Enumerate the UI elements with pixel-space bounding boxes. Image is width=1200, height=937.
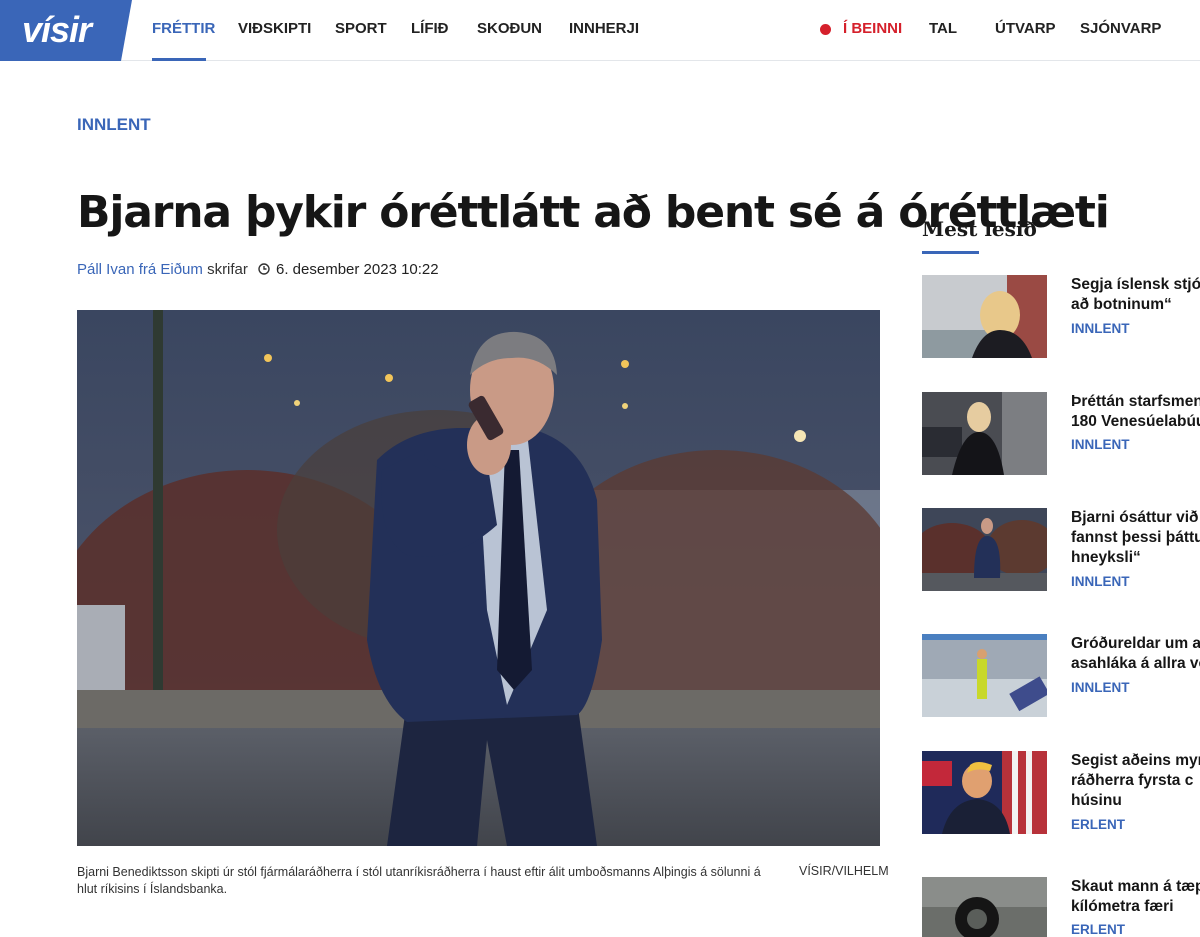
article-hero-photo[interactable] — [77, 310, 880, 846]
most-read-title[interactable]: Segja íslensk stjórn að botninum“ — [1071, 275, 1200, 315]
author-link[interactable]: Páll Ivan frá Eiðum — [77, 261, 203, 278]
most-read-category[interactable]: INNLENT — [1071, 680, 1130, 695]
date-text: 6. desember 2023 10:22 — [276, 261, 439, 278]
most-read-heading: Mest lesið — [922, 217, 1037, 241]
most-read-title[interactable]: Gróðureldar um al asahláka á allra vö — [1071, 634, 1200, 674]
most-read-title[interactable]: Þréttán starfsmenn 180 Venesúelabúu — [1071, 392, 1200, 432]
nav-skodun[interactable]: SKOÐUN — [477, 20, 542, 37]
nav-sjonvarp[interactable]: SJÓNVARP — [1080, 20, 1161, 37]
thumbnail-illustration — [922, 392, 1047, 475]
thumbnail-illustration — [922, 634, 1047, 717]
nav-live[interactable]: Í BEINNI — [843, 20, 902, 37]
nav-utvarp[interactable]: ÚTVARP — [995, 20, 1056, 37]
most-read-thumbnail[interactable] — [922, 634, 1047, 717]
thumbnail-illustration — [922, 751, 1047, 834]
live-dot-icon — [820, 24, 831, 35]
active-tab-indicator — [152, 58, 206, 61]
author-suffix: skrifar — [207, 261, 248, 278]
most-read-category[interactable]: ERLENT — [1071, 817, 1125, 832]
most-read-title[interactable]: Segist aðeins myno ráðherra fyrsta c hús… — [1071, 751, 1200, 811]
most-read-thumbnail[interactable] — [922, 877, 1047, 937]
nav-sport[interactable]: SPORT — [335, 20, 387, 37]
most-read-thumbnail[interactable] — [922, 508, 1047, 591]
hero-photo-illustration — [77, 310, 880, 846]
most-read-thumbnail[interactable] — [922, 751, 1047, 834]
thumbnail-illustration — [922, 877, 1047, 937]
article-headline: Bjarna þykir óréttlátt að bent sé á órét… — [77, 187, 1110, 238]
most-read-category[interactable]: INNLENT — [1071, 321, 1130, 336]
nav-innherji[interactable]: INNHERJI — [569, 20, 639, 37]
most-read-thumbnail[interactable] — [922, 275, 1047, 358]
article-category[interactable]: INNLENT — [77, 115, 151, 135]
nav-frettir[interactable]: FRÉTTIR — [152, 20, 215, 37]
most-read-category[interactable]: INNLENT — [1071, 574, 1130, 589]
top-navigation-bar: vísir FRÉTTIR VIÐSKIPTI SPORT LÍFIÐ SKOÐ… — [0, 0, 1200, 61]
most-read-category[interactable]: INNLENT — [1071, 437, 1130, 452]
photo-caption: Bjarni Benediktsson skipti úr stól fjárm… — [77, 865, 761, 896]
most-read-thumbnail[interactable] — [922, 392, 1047, 475]
most-read-title[interactable]: Bjarni ósáttur við l fannst þessi þáttur… — [1071, 508, 1200, 568]
publish-date: 6. desember 2023 10:22 — [258, 261, 439, 278]
thumbnail-illustration — [922, 275, 1047, 358]
clock-icon — [258, 263, 270, 275]
byline: Páll Ivan frá Eiðum skrifar — [77, 261, 248, 278]
photo-credit: VÍSIR/VILHELM — [799, 864, 889, 878]
logo-text: vísir — [22, 9, 92, 50]
visir-logo[interactable]: vísir — [0, 0, 132, 61]
nav-lifid[interactable]: LÍFIÐ — [411, 20, 449, 37]
most-read-category[interactable]: ERLENT — [1071, 922, 1125, 937]
most-read-underline — [922, 251, 979, 254]
nav-tal[interactable]: TAL — [929, 20, 957, 37]
nav-vidskipti[interactable]: VIÐSKIPTI — [238, 20, 311, 37]
most-read-title[interactable]: Skaut mann á tæpl kílómetra færi — [1071, 877, 1200, 917]
thumbnail-illustration — [922, 508, 1047, 591]
